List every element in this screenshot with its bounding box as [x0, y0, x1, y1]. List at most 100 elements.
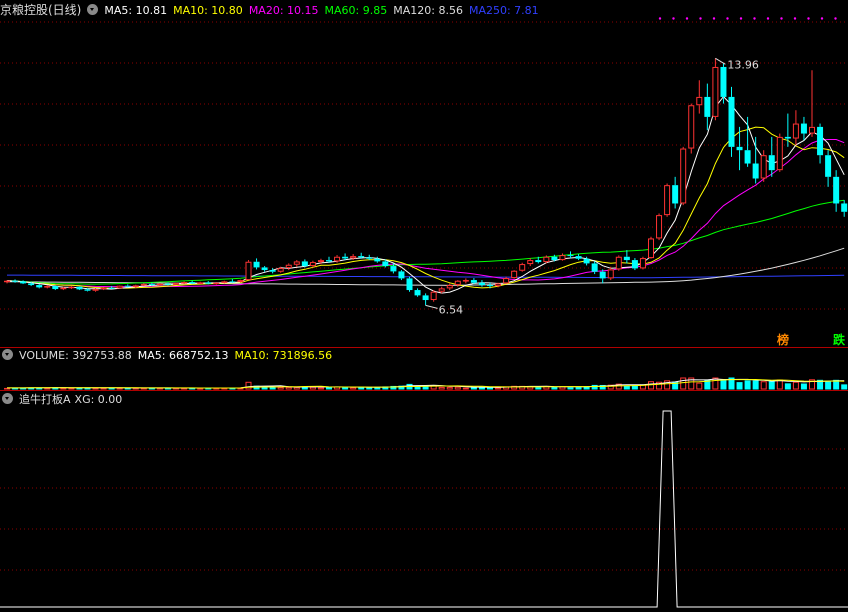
candle-body — [446, 285, 453, 289]
candle-body — [768, 155, 775, 171]
volume-bar — [454, 386, 461, 390]
candle — [229, 279, 236, 283]
candle — [285, 263, 292, 271]
candle-body — [430, 291, 437, 301]
bang-tag[interactable]: 榜 — [777, 333, 789, 347]
candle — [446, 283, 453, 291]
volume-bar — [800, 383, 807, 390]
candle — [704, 83, 711, 131]
volume-bar — [140, 387, 147, 390]
candle-body — [623, 256, 630, 261]
volume-bar — [293, 386, 300, 390]
candle-body — [253, 261, 260, 268]
volume-bar — [132, 387, 139, 390]
ma120-label: MA120: 8.56 — [393, 4, 463, 17]
candle-body — [100, 287, 107, 290]
volume-bar — [825, 380, 832, 390]
candle — [688, 103, 695, 154]
volume-bars[interactable] — [4, 377, 848, 390]
candle — [648, 236, 654, 259]
volume-label: VOLUME: 392753.88 — [19, 349, 132, 362]
die-tag[interactable]: 跌 — [833, 333, 845, 347]
candle-body — [720, 66, 727, 97]
stock-title[interactable]: 京粮控股(日线) — [0, 3, 81, 17]
candle-body — [535, 260, 542, 263]
candle-body — [736, 146, 743, 151]
marker-dot — [807, 17, 810, 20]
candle-body — [301, 261, 308, 267]
candle — [696, 80, 703, 114]
candle-body — [92, 289, 99, 291]
candle-body — [656, 215, 663, 239]
marker-dot — [712, 17, 716, 20]
candle — [712, 58, 719, 121]
candle-body — [454, 280, 461, 286]
kline-chart[interactable]: 13.96 6.54 — [0, 0, 848, 612]
candle — [527, 258, 534, 267]
chevron-down-icon[interactable] — [87, 4, 99, 15]
volume-bar — [92, 387, 99, 390]
candle-body — [414, 290, 421, 296]
candle — [664, 183, 671, 217]
ma5-line — [6, 95, 845, 294]
volume-bar — [309, 386, 316, 390]
candle — [623, 250, 630, 264]
volume-bar — [575, 387, 582, 390]
marker-dot — [726, 17, 729, 20]
candle-body — [197, 282, 204, 284]
volume-bar — [173, 387, 180, 390]
candle-body — [213, 282, 220, 285]
candle-body — [551, 256, 558, 261]
candle — [430, 290, 437, 302]
marker-dot — [780, 17, 783, 20]
candle-body — [462, 280, 469, 282]
candle-body — [503, 278, 510, 284]
candle-body — [350, 256, 357, 259]
candle — [374, 256, 381, 263]
candle — [656, 213, 663, 241]
candle-body — [317, 260, 324, 263]
candle — [44, 285, 51, 289]
candle-body — [358, 256, 365, 258]
marker-dot — [793, 17, 797, 20]
candle-body — [559, 255, 566, 261]
marker-dot — [685, 17, 689, 20]
volume-bar — [4, 387, 10, 390]
candle-body — [309, 262, 316, 267]
candle-body — [728, 96, 735, 147]
candle-body — [712, 66, 719, 117]
volume-bar — [841, 384, 848, 390]
candle-body — [406, 278, 413, 291]
candle — [833, 170, 840, 212]
candle — [261, 266, 268, 272]
indicator-name: 追牛打板A — [19, 393, 71, 406]
candle — [398, 270, 405, 281]
candle — [817, 123, 824, 164]
marker-dot — [834, 17, 837, 20]
candle-body — [269, 270, 276, 272]
xg-signal-line — [0, 410, 848, 608]
chevron-down-icon[interactable] — [2, 349, 13, 360]
marker-dot — [739, 17, 743, 20]
candle-body — [438, 288, 445, 292]
candle-body — [599, 271, 606, 279]
volume-bar — [181, 388, 188, 390]
candle — [414, 288, 421, 297]
volume-bar — [317, 387, 324, 390]
candle — [792, 110, 799, 146]
candle-body — [28, 283, 35, 286]
candle — [253, 258, 260, 270]
candle — [406, 276, 413, 292]
candle — [680, 146, 687, 206]
volume-bar — [462, 387, 469, 390]
candle-body — [237, 280, 244, 283]
candle — [68, 286, 75, 290]
candle-body — [615, 256, 622, 270]
candle-body — [744, 150, 751, 164]
chevron-down-icon[interactable] — [2, 393, 13, 404]
candle-body — [696, 96, 703, 106]
candle-body — [487, 285, 493, 287]
candle-body — [4, 280, 10, 283]
volume-bar — [277, 386, 284, 390]
candle-body — [116, 285, 123, 289]
